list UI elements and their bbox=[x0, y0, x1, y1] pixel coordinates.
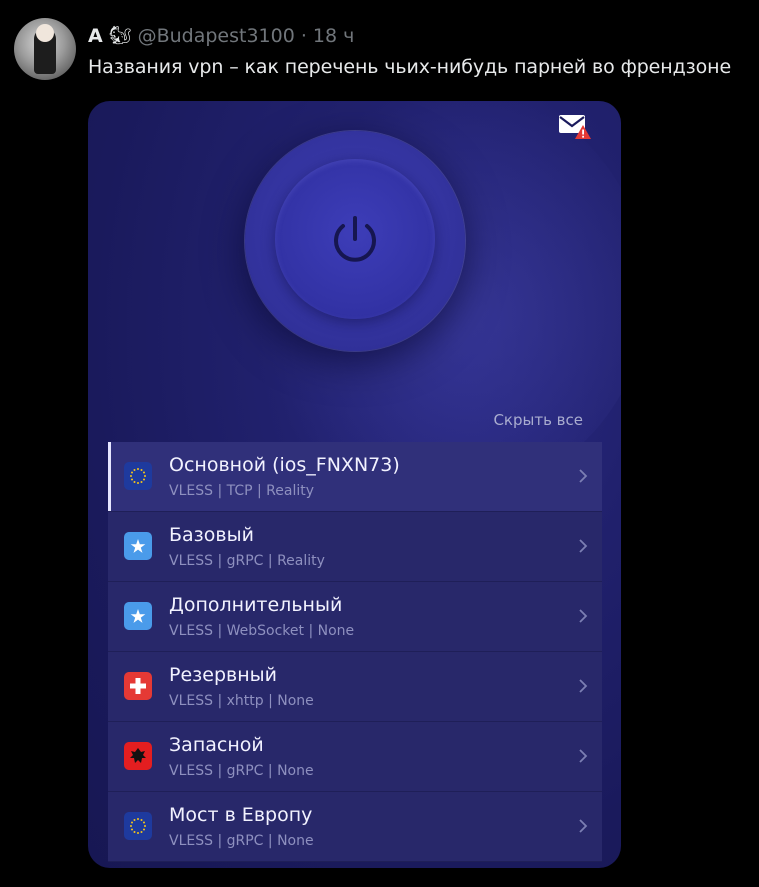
server-details: VLESS | xhttp | None bbox=[169, 693, 314, 709]
author-handle[interactable]: @Budapest3100 bbox=[138, 25, 295, 47]
eu-flag-icon bbox=[124, 812, 152, 840]
server-details: VLESS | gRPC | Reality bbox=[169, 553, 325, 569]
server-details: VLESS | gRPC | None bbox=[169, 763, 314, 779]
timestamp[interactable]: 18 ч bbox=[313, 25, 354, 47]
server-details: VLESS | WebSocket | None bbox=[169, 623, 355, 639]
chevron-right-icon bbox=[578, 748, 588, 764]
hide-all-button[interactable]: Скрыть все bbox=[493, 411, 583, 429]
server-row[interactable]: Запасной VLESS | gRPC | None bbox=[108, 722, 602, 792]
server-list: Основной (ios_FNXN73) VLESS | TCP | Real… bbox=[108, 442, 602, 862]
server-details: VLESS | TCP | Reality bbox=[169, 483, 315, 499]
avatar-head bbox=[36, 24, 54, 42]
separator-dot: · bbox=[300, 25, 307, 47]
server-row[interactable]: Базовый VLESS | gRPC | Reality bbox=[108, 512, 602, 582]
server-row[interactable]: Резервный VLESS | xhttp | None bbox=[108, 652, 602, 722]
attached-screenshot[interactable]: Скрыть все Основной (ios_FNXN73) VLESS |… bbox=[88, 101, 621, 868]
chevron-right-icon bbox=[578, 818, 588, 834]
chevron-right-icon bbox=[578, 678, 588, 694]
power-icon bbox=[328, 212, 382, 266]
tweet-header: А 🐿 @Budapest3100 · 18 ч bbox=[88, 22, 354, 50]
chevron-right-icon bbox=[578, 538, 588, 554]
server-row[interactable]: Дополнительный VLESS | WebSocket | None bbox=[108, 582, 602, 652]
server-name: Мост в Европу bbox=[169, 804, 313, 826]
server-row[interactable]: Основной (ios_FNXN73) VLESS | TCP | Real… bbox=[108, 442, 602, 512]
chevron-right-icon bbox=[578, 608, 588, 624]
connect-button[interactable] bbox=[245, 131, 465, 351]
swiss-flag-icon bbox=[124, 672, 152, 700]
squirrel-emoji-icon: 🐿 bbox=[108, 25, 132, 46]
tweet-text: Названия vpn – как перечень чьих-нибудь … bbox=[88, 56, 732, 78]
author-name[interactable]: А bbox=[88, 25, 103, 47]
server-name: Базовый bbox=[169, 524, 254, 546]
chevron-right-icon bbox=[578, 468, 588, 484]
server-name: Резервный bbox=[169, 664, 277, 686]
avatar[interactable] bbox=[14, 18, 76, 80]
server-details: VLESS | gRPC | None bbox=[169, 833, 314, 849]
albania-flag-icon bbox=[124, 742, 152, 770]
server-row[interactable]: Мост в Европу VLESS | gRPC | None bbox=[108, 792, 602, 862]
mail-alert-icon[interactable] bbox=[557, 111, 593, 141]
server-name: Дополнительный bbox=[169, 594, 343, 616]
server-name: Основной (ios_FNXN73) bbox=[169, 454, 400, 476]
tweet: А 🐿 @Budapest3100 · 18 ч Названия vpn – … bbox=[0, 0, 759, 887]
star-flag-icon bbox=[124, 532, 152, 560]
star-flag-icon bbox=[124, 602, 152, 630]
eu-flag-icon bbox=[124, 462, 152, 490]
connect-button-core bbox=[275, 159, 435, 319]
server-name: Запасной bbox=[169, 734, 264, 756]
